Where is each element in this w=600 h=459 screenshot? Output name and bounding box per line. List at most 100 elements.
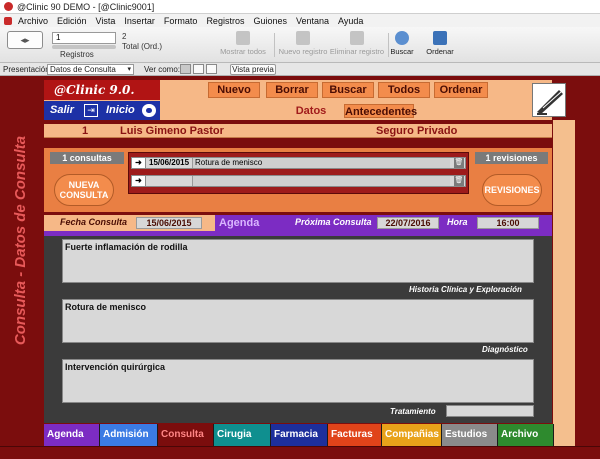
- sort-label: Ordenar: [426, 47, 454, 56]
- menu-guiones[interactable]: Guiones: [253, 16, 287, 26]
- document-icon[interactable]: [4, 16, 12, 25]
- home-icon[interactable]: [142, 104, 156, 117]
- view-as-label: Ver como:: [144, 65, 181, 74]
- date-bar: Fecha Consulta 15/06/2015 Agenda Próxima…: [44, 215, 552, 231]
- show-all-label: Mostrar todos: [220, 47, 266, 56]
- patient-id: 1: [82, 125, 89, 137]
- tab-admision[interactable]: Admisión: [100, 424, 158, 446]
- date-label: Fecha Consulta: [60, 217, 128, 227]
- consult-content: Fuerte inflamación de rodilla Historia C…: [44, 231, 552, 423]
- tab-agenda[interactable]: Agenda: [44, 424, 100, 446]
- record-slider[interactable]: [52, 45, 116, 49]
- next-appointment-bar: Próxima Consulta 22/07/2016 Hora 16:00: [291, 215, 552, 231]
- presentation-select[interactable]: Datos de Consulta ▾: [47, 64, 134, 75]
- side-title: Consulta - Datos de Consulta: [6, 80, 36, 400]
- consult-row[interactable]: ➜ 🗑: [131, 175, 466, 187]
- go-to-record-icon[interactable]: ➜: [132, 176, 146, 186]
- preview-button[interactable]: Vista previa: [230, 64, 276, 75]
- treatment-extra-field[interactable]: [446, 405, 534, 417]
- consult-row-description: [192, 176, 450, 186]
- time-value[interactable]: 16:00: [477, 217, 539, 229]
- view-list-button[interactable]: [193, 64, 204, 74]
- side-title-text: Consulta - Datos de Consulta: [12, 135, 30, 345]
- date-value[interactable]: 15/06/2015: [136, 217, 202, 229]
- tab-farmacia[interactable]: Farmacia: [271, 424, 328, 446]
- consult-row-description: Rotura de menisco: [192, 158, 450, 168]
- consult-row[interactable]: ➜ 15/06/2015 Rotura de menisco 🗑: [131, 157, 466, 169]
- menu-formato[interactable]: Formato: [164, 16, 198, 26]
- tab-antecedentes[interactable]: Antecedentes: [344, 104, 417, 118]
- sort-icon: [433, 31, 447, 45]
- patient-insurance: Seguro Privado: [376, 125, 458, 137]
- consultation-area: 1 consultas NUEVA CONSULTA ➜ 15/06/2015 …: [44, 148, 552, 212]
- magnifier-icon: [395, 31, 409, 45]
- exit-icon[interactable]: ⇥: [84, 104, 98, 117]
- total-label: Total (Ord.): [122, 42, 163, 51]
- order-button[interactable]: Ordenar: [434, 82, 488, 98]
- delete-record-button[interactable]: Eliminar registro: [328, 31, 386, 61]
- consult-portal: ➜ 15/06/2015 Rotura de menisco 🗑 ➜ 🗑: [128, 152, 469, 194]
- status-strip: [0, 446, 600, 459]
- history-field[interactable]: Fuerte inflamación de rodilla: [62, 239, 534, 283]
- menu-registros[interactable]: Registros: [206, 16, 244, 26]
- new-consult-button[interactable]: NUEVA CONSULTA: [54, 174, 114, 206]
- menu-ventana[interactable]: Ventana: [296, 16, 329, 26]
- consult-row-date: 15/06/2015: [149, 158, 190, 167]
- exit-button[interactable]: Salir: [50, 103, 74, 118]
- menu-bar: Archivo Edición Vista Insertar Formato R…: [0, 14, 600, 27]
- menu-insertar[interactable]: Insertar: [124, 16, 155, 26]
- all-button[interactable]: Todos: [378, 82, 430, 98]
- new-button[interactable]: Nuevo: [208, 82, 260, 98]
- tab-companias[interactable]: Compañias: [382, 424, 442, 446]
- content-stripe: [44, 231, 552, 236]
- record-book-navigator[interactable]: ◂▸: [7, 31, 43, 49]
- records-label: Registros: [60, 50, 94, 59]
- presentation-value: Datos de Consulta: [50, 65, 116, 74]
- menu-ayuda[interactable]: Ayuda: [338, 16, 363, 26]
- treatment-field[interactable]: Intervención quirúrgica: [62, 359, 534, 403]
- presentation-label: Presentación:: [3, 65, 52, 74]
- layout-bar: Presentación: Datos de Consulta ▾ Ver co…: [0, 63, 600, 76]
- record-number-input[interactable]: 1: [52, 32, 116, 44]
- time-label: Hora: [447, 217, 468, 227]
- new-record-label: Nuevo registro: [278, 47, 328, 56]
- app-canvas: Consulta - Datos de Consulta @Clinic 9.0…: [0, 76, 600, 459]
- app-logo: @Clinic 9.0.: [44, 80, 160, 100]
- consults-count: 1 consultas: [50, 152, 124, 164]
- find-label: Buscar: [390, 47, 414, 56]
- view-form-button[interactable]: [180, 64, 191, 74]
- diagnosis-field[interactable]: Rotura de menisco: [62, 299, 534, 343]
- show-all-button[interactable]: Mostrar todos: [214, 31, 272, 61]
- next-consult-value[interactable]: 22/07/2016: [377, 217, 439, 229]
- menu-edicion[interactable]: Edición: [57, 16, 87, 26]
- chevron-down-icon: ▾: [127, 66, 131, 73]
- tab-facturas[interactable]: Facturas: [328, 424, 382, 446]
- new-record-button[interactable]: Nuevo registro: [274, 31, 332, 61]
- search-button[interactable]: Buscar: [322, 82, 374, 98]
- view-table-button[interactable]: [206, 64, 217, 74]
- menu-archivo[interactable]: Archivo: [18, 16, 48, 26]
- sort-button[interactable]: Ordenar: [424, 31, 456, 61]
- tab-consulta[interactable]: Consulta: [158, 424, 214, 446]
- right-bar-panel: [553, 120, 575, 446]
- revisions-button[interactable]: REVISIONES: [482, 174, 542, 206]
- find-button[interactable]: Buscar: [388, 31, 416, 61]
- header: @Clinic 9.0. Salir ⇥ Inicio Nuevo Borrar…: [44, 80, 566, 120]
- menu-vista[interactable]: Vista: [96, 16, 116, 26]
- go-to-record-icon[interactable]: ➜: [132, 158, 146, 168]
- trash-icon[interactable]: 🗑: [454, 158, 464, 168]
- book-icon: ◂▸: [20, 34, 30, 45]
- tab-archivo[interactable]: Archivo: [498, 424, 554, 446]
- quill-icon: [537, 90, 563, 115]
- tab-datos[interactable]: Datos: [292, 104, 330, 118]
- toolbar: ◂▸ 1 Registros 2 Total (Ord.) Mostrar to…: [0, 27, 600, 63]
- delete-button[interactable]: Borrar: [266, 82, 318, 98]
- tab-cirugia[interactable]: Cirugia: [214, 424, 271, 446]
- patient-bar: 1 Luis Gimeno Pastor Seguro Privado: [44, 124, 552, 138]
- tab-estudios[interactable]: Estudios: [442, 424, 498, 446]
- window-title: @Clinic 90 DEMO - [@Clinic9001]: [17, 1, 155, 12]
- home-button[interactable]: Inicio: [106, 103, 135, 118]
- agenda-tab[interactable]: Agenda: [215, 215, 291, 231]
- history-text: Fuerte inflamación de rodilla: [65, 242, 188, 252]
- trash-icon[interactable]: 🗑: [454, 176, 464, 186]
